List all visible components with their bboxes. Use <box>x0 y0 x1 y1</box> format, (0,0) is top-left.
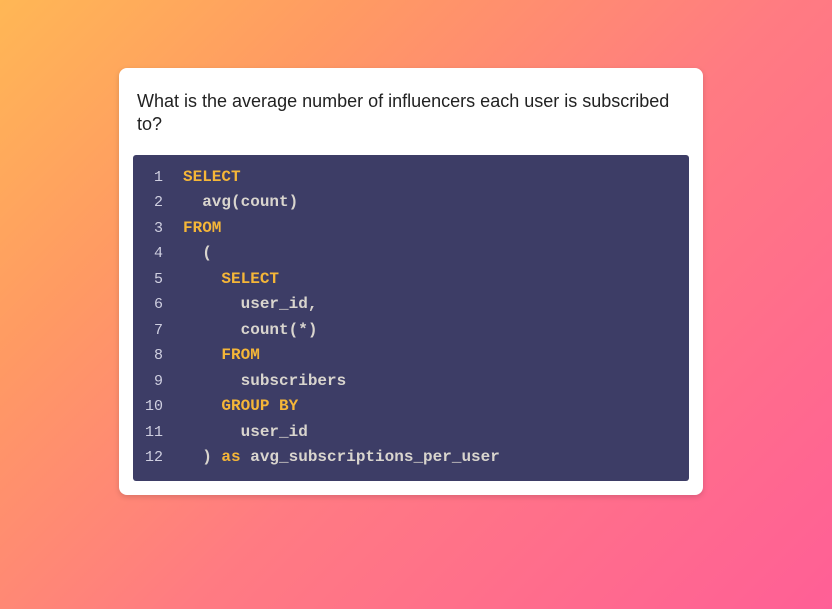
code-content: FROM <box>169 216 221 242</box>
code-content: SELECT <box>169 267 279 293</box>
line-number: 9 <box>133 369 169 395</box>
line-number: 10 <box>133 394 169 420</box>
line-number: 7 <box>133 318 169 344</box>
sql-keyword: SELECT <box>183 168 241 186</box>
qa-card: What is the average number of influencer… <box>119 68 703 495</box>
code-line: 10 GROUP BY <box>133 394 689 420</box>
sql-keyword: FROM <box>221 346 259 364</box>
code-content: FROM <box>169 343 260 369</box>
sql-keyword: FROM <box>183 219 221 237</box>
code-line: 12 ) as avg_subscriptions_per_user <box>133 445 689 471</box>
code-line: 11 user_id <box>133 420 689 446</box>
line-number: 4 <box>133 241 169 267</box>
sql-text: user_id <box>241 423 308 441</box>
code-line: 8 FROM <box>133 343 689 369</box>
code-content: user_id, <box>169 292 317 318</box>
code-block: 1SELECT2 avg(count)3FROM4 (5 SELECT6 use… <box>133 155 689 481</box>
code-line: 9 subscribers <box>133 369 689 395</box>
code-line: 7 count(*) <box>133 318 689 344</box>
code-line: 3 FROM <box>133 216 689 242</box>
sql-text: user_id, <box>241 295 318 313</box>
line-number: 1 <box>133 165 169 191</box>
question-text: What is the average number of influencer… <box>119 68 703 155</box>
code-line: 1 SELECT <box>133 165 689 191</box>
sql-text: ) <box>202 448 221 466</box>
code-content: user_id <box>169 420 308 446</box>
code-line: 5 SELECT <box>133 267 689 293</box>
sql-keyword: SELECT <box>221 270 279 288</box>
code-content: count(*) <box>169 318 317 344</box>
line-number: 2 <box>133 190 169 216</box>
line-number: 6 <box>133 292 169 318</box>
line-number: 11 <box>133 420 169 446</box>
sql-text: avg_subscriptions_per_user <box>241 448 500 466</box>
sql-keyword: GROUP BY <box>221 397 298 415</box>
code-line: 6 user_id, <box>133 292 689 318</box>
sql-text: count(*) <box>241 321 318 339</box>
code-content: ( <box>169 241 212 267</box>
code-line: 4 ( <box>133 241 689 267</box>
code-content: SELECT <box>169 165 241 191</box>
code-content: avg(count) <box>169 190 298 216</box>
code-content: subscribers <box>169 369 346 395</box>
sql-keyword: as <box>221 448 240 466</box>
code-line: 2 avg(count) <box>133 190 689 216</box>
sql-text: subscribers <box>241 372 347 390</box>
line-number: 3 <box>133 216 169 242</box>
code-content: ) as avg_subscriptions_per_user <box>169 445 500 471</box>
line-number: 5 <box>133 267 169 293</box>
sql-text: avg(count) <box>202 193 298 211</box>
line-number: 8 <box>133 343 169 369</box>
sql-text: ( <box>202 244 212 262</box>
line-number: 12 <box>133 445 169 471</box>
code-content: GROUP BY <box>169 394 298 420</box>
